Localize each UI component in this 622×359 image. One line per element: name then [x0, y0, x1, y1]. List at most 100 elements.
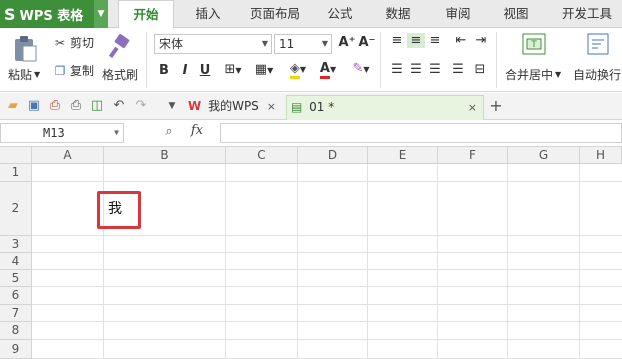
row-header[interactable]: 4 [0, 253, 32, 270]
copy-icon: ❐ [54, 63, 66, 78]
grid-line [507, 164, 508, 359]
align-middle-icon[interactable]: ≡ [407, 33, 425, 48]
font-name-select[interactable]: 宋体 ▼ [154, 34, 272, 54]
align-center-icon[interactable]: ☰ [407, 62, 425, 77]
tab-start[interactable]: 开始 [118, 0, 174, 29]
chevron-down-icon: ▼ [329, 65, 337, 74]
column-header[interactable]: D [298, 147, 368, 164]
ribbon-divider [146, 32, 147, 88]
doc-tab-label: 01 * [309, 100, 335, 114]
tab-developer[interactable]: 开发工具 [553, 0, 621, 28]
grid-line [297, 164, 298, 359]
tab-review[interactable]: 审阅 [436, 0, 480, 28]
formula-input[interactable] [220, 123, 622, 143]
chevron-down-icon: ▼ [94, 0, 108, 28]
grid-line [32, 235, 622, 236]
clear-format-button[interactable]: ✎▼ [348, 61, 374, 76]
grid-line [225, 164, 226, 359]
cell-style-button[interactable]: ▦▼ [250, 62, 278, 77]
row-header[interactable]: 5 [0, 270, 32, 287]
chevron-down-icon[interactable]: ▼ [164, 98, 180, 114]
undo-icon[interactable]: ↶ [111, 98, 127, 114]
decrease-indent-icon[interactable]: ⇤ [452, 33, 470, 48]
column-header[interactable]: H [580, 147, 622, 164]
font-size-select[interactable]: 11 ▼ [274, 34, 332, 54]
wps-logo-icon: W [188, 99, 202, 113]
border-icon: ⊞ [224, 62, 236, 77]
grid-line [32, 286, 622, 287]
export-pdf-icon[interactable]: ⎙ [47, 98, 63, 114]
select-all-corner[interactable] [0, 147, 32, 164]
justify-icon[interactable]: ☰ [449, 62, 467, 77]
doc-tab-label: 我的WPS [208, 99, 259, 113]
tab-page-layout[interactable]: 页面布局 [240, 0, 310, 28]
close-icon[interactable]: × [468, 96, 477, 119]
new-tab-button[interactable]: + [488, 98, 504, 114]
row-header[interactable]: 2 [0, 182, 32, 236]
row-header[interactable]: 6 [0, 287, 32, 305]
column-header[interactable]: G [508, 147, 580, 164]
app-menu-button[interactable]: S WPS 表格 ▼ [0, 0, 108, 28]
border-button[interactable]: ⊞▼ [220, 62, 246, 77]
merge-center-button[interactable]: T [520, 33, 548, 55]
tab-formula[interactable]: 公式 [318, 0, 362, 28]
grid-line [32, 269, 622, 270]
fill-color-button[interactable]: ◈▼ [284, 61, 312, 79]
grow-font-button[interactable]: A⁺ [338, 35, 356, 50]
tab-my-wps[interactable]: W 我的WPS × [184, 95, 282, 120]
merge-center-label-button[interactable]: 合并居中 ▼ [505, 66, 561, 83]
close-icon[interactable]: × [267, 95, 276, 118]
column-header[interactable]: F [438, 147, 508, 164]
increase-indent-icon[interactable]: ⇥ [472, 33, 490, 48]
font-color-button[interactable]: A▼ [314, 61, 342, 79]
align-bottom-icon[interactable]: ≡ [426, 33, 444, 48]
align-top-icon[interactable]: ≡ [388, 33, 406, 48]
print-icon[interactable]: ⎙ [68, 98, 84, 114]
column-header[interactable]: A [32, 147, 104, 164]
font-size-value: 11 [279, 37, 295, 51]
format-painter-label: 格式刷 [102, 68, 139, 82]
zoom-search-icon[interactable]: ⌕ [160, 124, 178, 142]
name-box[interactable]: M13 ▼ [0, 123, 124, 143]
merge-center-label: 合并居中 [505, 68, 554, 82]
save-icon[interactable]: ▣ [26, 98, 42, 114]
tab-insert[interactable]: 插入 [186, 0, 230, 28]
ribbon: 粘贴 ▼ ✂ 剪切 ❐ 复制 格式刷 宋体 ▼ 11 ▼ A⁺ A⁻ B I U… [0, 28, 622, 92]
bold-button[interactable]: B [156, 63, 172, 78]
row-header[interactable]: 3 [0, 236, 32, 253]
redo-icon[interactable]: ↷ [133, 98, 149, 114]
open-folder-icon[interactable]: ▰ [5, 98, 21, 114]
column-header[interactable]: C [226, 147, 298, 164]
cut-button[interactable]: ✂ 剪切 [52, 34, 94, 51]
format-painter-button[interactable] [104, 34, 134, 60]
paste-label-button[interactable]: 粘贴 ▼ [8, 66, 40, 83]
column-header[interactable]: B [104, 147, 226, 164]
formula-bar: M13 ▼ ⌕ fx [0, 120, 622, 147]
align-right-icon[interactable]: ☰ [426, 62, 444, 77]
italic-button[interactable]: I [177, 63, 193, 78]
tab-document-01[interactable]: ▤ 01 * × [286, 95, 484, 120]
column-header[interactable]: E [368, 147, 438, 164]
align-left-icon[interactable]: ☰ [388, 62, 406, 77]
spreadsheet-grid[interactable]: A B C D E F G H 1 2 3 4 5 6 7 8 9 我 [0, 147, 622, 359]
copy-button[interactable]: ❐ 复制 [52, 62, 94, 79]
grid-line [32, 252, 622, 253]
fx-button[interactable]: fx [186, 123, 208, 141]
name-box-value: M13 [43, 126, 65, 140]
wrap-text-button[interactable] [584, 33, 612, 55]
print-preview-icon[interactable]: ◫ [89, 98, 105, 114]
row-header[interactable]: 8 [0, 322, 32, 340]
row-header[interactable]: 7 [0, 305, 32, 322]
tab-view[interactable]: 视图 [494, 0, 538, 28]
wrap-text-icon [587, 33, 609, 55]
wps-logo-icon: S [4, 4, 16, 24]
font-color-icon: A [319, 61, 330, 79]
distribute-icon[interactable]: ⊟ [470, 62, 490, 77]
row-header[interactable]: 9 [0, 340, 32, 359]
paste-button[interactable] [8, 34, 42, 64]
font-name-value: 宋体 [159, 37, 184, 51]
underline-button[interactable]: U [197, 63, 213, 78]
row-header[interactable]: 1 [0, 164, 32, 182]
tab-data[interactable]: 数据 [376, 0, 420, 28]
shrink-font-button[interactable]: A⁻ [358, 35, 376, 50]
